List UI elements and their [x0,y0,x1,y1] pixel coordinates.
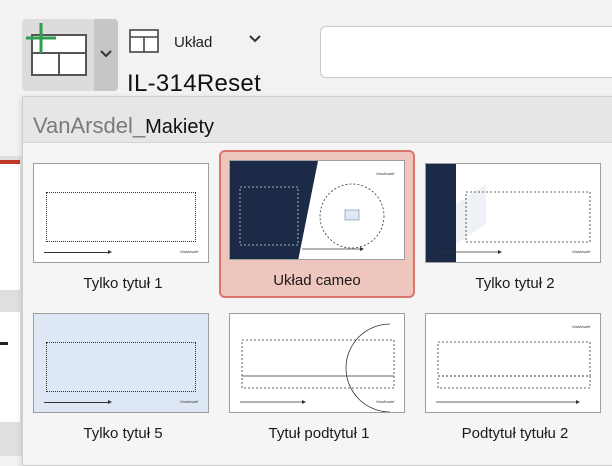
layout-button[interactable]: Układ [124,22,274,62]
layout-thumbnail: VanArsdel [425,313,601,413]
chevron-down-icon [249,35,261,43]
layout-thumbnail: VanArsdel [33,313,209,413]
layout-tile-podtytul-tytulu-2[interactable]: VanArsdel Podtytuł tytułu 2 [417,305,612,453]
slide-thumbnail-strip [0,156,24,456]
layout-label: Układ [174,34,213,51]
layout-tile-label: Układ cameo [273,272,361,289]
layout-tile-tytul-podtytul-1[interactable]: VanArsdel Tytuł podtytuł 1 [221,305,417,453]
slide-thumbnail[interactable] [0,160,20,290]
layout-tile-tylko-tytul-2[interactable]: VanArsdel Tylko tytuł 2 [417,155,612,303]
layout-thumbnail: VanArsdel [229,313,405,413]
layout-tile-tylko-tytul-5[interactable]: VanArsdel Tylko tytuł 5 [25,305,221,453]
new-slide-button[interactable] [22,19,94,91]
new-slide-icon [26,23,87,76]
slide-thumbnail[interactable] [0,312,20,422]
layout-tile-label: Tylko tytuł 1 [83,275,163,292]
layout-thumbnail: VanArsdel [33,163,209,263]
layout-thumbnail: VanArsdel [229,160,405,260]
layout-tile-label: Tytuł podtytuł 1 [268,425,370,442]
ribbon: Układ IL-314Reset [0,0,612,98]
gallery-header: VanArsdel_Makiety [23,97,612,143]
gallery-header-title: VanArsdel_Makiety [33,113,214,139]
layout-tile-tylko-tytul-1[interactable]: VanArsdel Tylko tytuł 1 [25,155,221,303]
chevron-down-icon [100,50,112,58]
layout-tile-uklad-cameo[interactable]: VanArsdel Układ cameo [219,150,415,298]
reset-button[interactable]: IL-314Reset [127,70,261,98]
layout-icon [129,29,159,53]
layout-tile-label: Tylko tytuł 5 [83,425,163,442]
gallery-brand: VanArsdel_ [33,113,146,138]
gallery-section: Makiety [145,116,215,138]
layout-gallery-panel: VanArsdel_Makiety VanArsdel Tylko tytuł … [22,96,612,466]
layout-thumbnail: VanArsdel [425,163,601,263]
ribbon-search-box[interactable] [320,26,612,78]
layout-tile-label: Tylko tytuł 2 [475,275,555,292]
new-slide-dropdown-button[interactable] [94,19,118,91]
layout-tile-label: Podtytuł tytułu 2 [461,425,569,442]
